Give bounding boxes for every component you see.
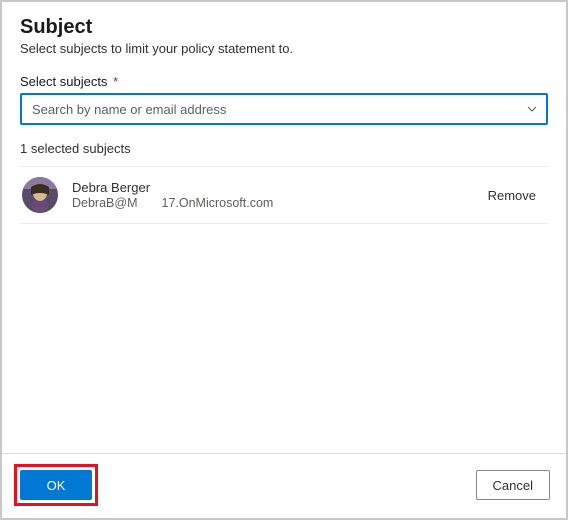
ok-button[interactable]: OK [20,470,92,500]
list-item: Debra Berger DebraB@M 17.OnMicrosoft.com… [20,167,548,224]
required-indicator: * [113,74,118,89]
selected-count: 1 selected subjects [20,141,548,156]
item-name: Debra Berger [72,180,488,195]
search-label: Select subjects * [20,74,548,89]
dialog-content: Subject Select subjects to limit your po… [2,2,566,453]
dialog-footer: OK Cancel [2,453,566,518]
item-text: Debra Berger DebraB@M 17.OnMicrosoft.com [72,180,488,210]
avatar [22,177,58,213]
cancel-button[interactable]: Cancel [476,470,550,500]
search-input[interactable] [32,102,526,117]
search-label-text: Select subjects [20,74,107,89]
ok-highlight: OK [14,464,98,506]
item-email-part2: 17.OnMicrosoft.com [162,196,274,210]
page-subtitle: Select subjects to limit your policy sta… [20,41,548,56]
page-title: Subject [20,16,548,39]
selected-list: Debra Berger DebraB@M 17.OnMicrosoft.com… [20,166,548,224]
remove-button[interactable]: Remove [488,188,542,203]
item-email-part1: DebraB@M [72,196,138,210]
chevron-down-icon [526,103,538,115]
search-combobox[interactable] [20,93,548,125]
item-email: DebraB@M 17.OnMicrosoft.com [72,196,488,210]
